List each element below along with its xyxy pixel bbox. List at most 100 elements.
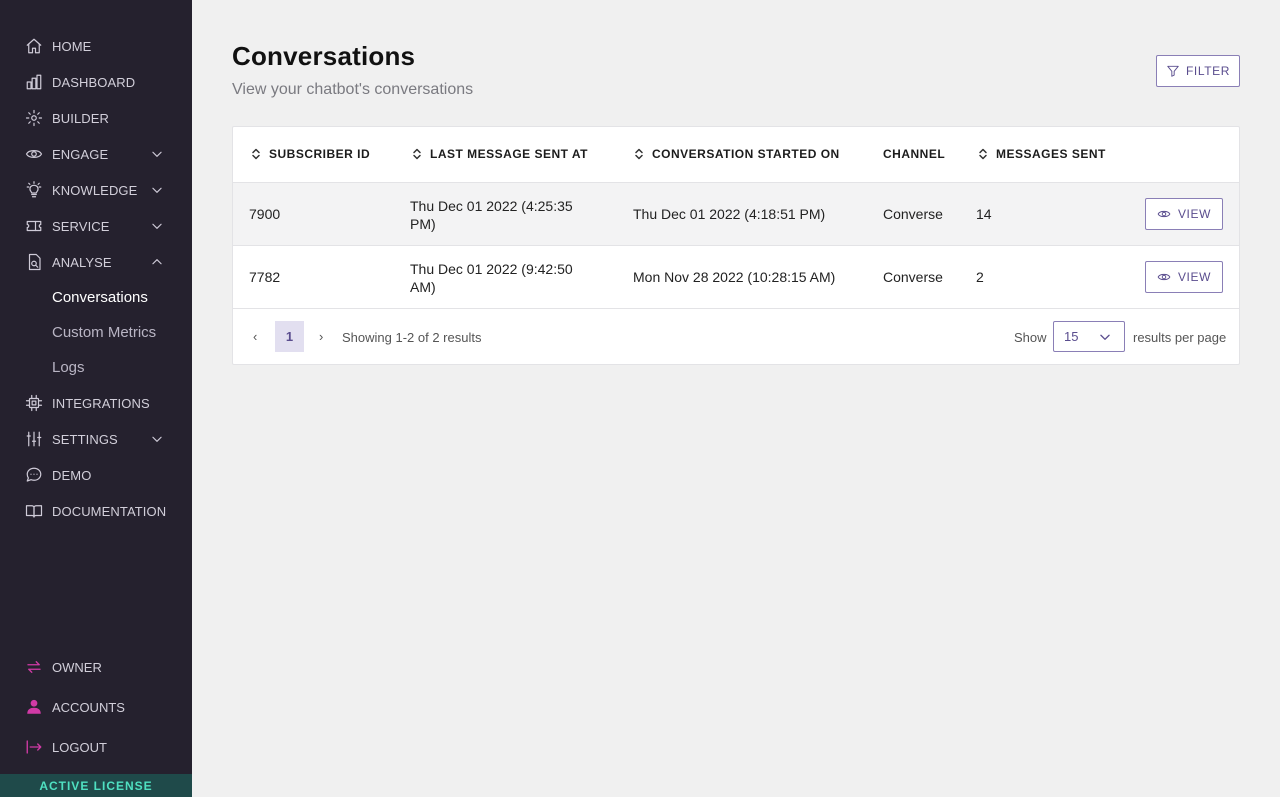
cell-last-message: Thu Dec 01 2022 (9:42:50 AM) [410, 261, 573, 295]
header-last-message-label: LAST MESSAGE SENT AT [430, 147, 589, 161]
header-channel-label: CHANNEL [883, 147, 946, 161]
cell-channel: Converse [883, 269, 943, 285]
nav-home[interactable]: HOME [0, 28, 192, 64]
home-icon [24, 36, 44, 56]
header-channel: CHANNEL [883, 147, 945, 161]
eye-icon [1157, 273, 1171, 281]
per-page-select[interactable]: 15 [1053, 321, 1125, 352]
sort-icon [252, 148, 260, 160]
eye-icon [1157, 210, 1171, 218]
nav-documentation[interactable]: DOCUMENTATION [0, 493, 192, 529]
analyse-submenu: Conversations Custom Metrics Logs [0, 280, 192, 385]
user-icon [24, 697, 44, 717]
logout-icon [24, 737, 44, 757]
table-row: 7782 Thu Dec 01 2022 (9:42:50 AM) Mon No… [233, 246, 1239, 309]
cell-subscriber-id: 7782 [249, 269, 281, 285]
view-button[interactable]: VIEW [1145, 198, 1223, 230]
sort-icon [635, 148, 643, 160]
sidebar: HOME DASHBOARD BUILDER ENGAGE KNOWLEDGE … [0, 0, 192, 797]
next-page-button[interactable]: › [319, 329, 323, 344]
nav-logout[interactable]: LOGOUT [0, 727, 192, 767]
view-button[interactable]: VIEW [1145, 261, 1223, 293]
book-icon [24, 501, 44, 521]
nav-home-label: HOME [52, 38, 92, 54]
nav-owner-label: OWNER [52, 659, 102, 675]
chevron-down-icon[interactable] [150, 219, 164, 233]
page-title: Conversations [232, 41, 416, 71]
nav-engage-label: ENGAGE [52, 146, 109, 162]
lightbulb-icon [24, 180, 44, 200]
per-page-label: results per page [1133, 330, 1227, 345]
sort-icon [979, 148, 987, 160]
cell-channel: Converse [883, 206, 943, 222]
header-messages-sent[interactable]: MESSAGES SENT [978, 147, 1106, 161]
nav-builder[interactable]: BUILDER [0, 100, 192, 136]
nav-knowledge[interactable]: KNOWLEDGE [0, 172, 192, 208]
bar-chart-icon [24, 72, 44, 92]
sliders-icon [24, 429, 44, 449]
swap-arrows-icon [24, 657, 44, 677]
page-number-button[interactable]: 1 [275, 321, 304, 352]
nav-service[interactable]: SERVICE [0, 208, 192, 244]
chat-bubble-icon [24, 465, 44, 485]
analyse-icon [24, 252, 44, 272]
view-label: VIEW [1177, 270, 1212, 284]
pagination: ‹ 1 › Showing 1-2 of 2 results Show 15 r… [233, 309, 1239, 365]
show-label: Show [1014, 330, 1047, 345]
nav-demo-label: DEMO [52, 467, 92, 483]
filter-label: FILTER [1185, 64, 1231, 78]
page-subtitle: View your chatbot's conversations [232, 81, 474, 98]
chevron-up-icon[interactable] [150, 255, 164, 269]
sub-item-logs[interactable]: Logs [52, 350, 192, 385]
nav-integrations-label: INTEGRATIONS [52, 395, 150, 411]
prev-page-button[interactable]: ‹ [253, 329, 257, 344]
nav-settings[interactable]: SETTINGS [0, 421, 192, 457]
eye-icon [24, 144, 44, 164]
chip-icon [24, 393, 44, 413]
nav-service-label: SERVICE [52, 218, 110, 234]
license-badge: ACTIVE LICENSE [0, 774, 192, 797]
sort-icon [413, 148, 421, 160]
chevron-down-icon[interactable] [150, 183, 164, 197]
nav-knowledge-label: KNOWLEDGE [52, 182, 138, 198]
cell-last-message: Thu Dec 01 2022 (4:25:35 PM) [410, 198, 573, 232]
main-content: Conversations View your chatbot's conver… [192, 0, 1280, 797]
results-info: Showing 1-2 of 2 results [342, 330, 482, 345]
chevron-down-icon[interactable] [150, 432, 164, 446]
chevron-down-icon [1100, 334, 1110, 340]
ticket-icon [24, 216, 44, 236]
header-messages-sent-label: MESSAGES SENT [996, 147, 1106, 161]
nav-dashboard[interactable]: DASHBOARD [0, 64, 192, 100]
header-started-on[interactable]: CONVERSATION STARTED ON [634, 147, 840, 161]
cell-subscriber-id: 7900 [249, 206, 281, 222]
nav-logout-label: LOGOUT [52, 739, 107, 755]
cell-started-on: Mon Nov 28 2022 (10:28:15 AM) [633, 269, 836, 285]
sub-item-custom-metrics[interactable]: Custom Metrics [52, 315, 192, 350]
bottom-nav: OWNER ACCOUNTS LOGOUT [0, 647, 192, 767]
nav-engage[interactable]: ENGAGE [0, 136, 192, 172]
table-header: SUBSCRIBER ID LAST MESSAGE SENT AT CONVE… [233, 127, 1239, 183]
chevron-down-icon[interactable] [150, 147, 164, 161]
nav-integrations[interactable]: INTEGRATIONS [0, 385, 192, 421]
sub-item-conversations[interactable]: Conversations [52, 280, 192, 315]
header-last-message[interactable]: LAST MESSAGE SENT AT [412, 147, 588, 161]
filter-button[interactable]: FILTER [1156, 55, 1240, 87]
nav-builder-label: BUILDER [52, 110, 110, 126]
header-started-on-label: CONVERSATION STARTED ON [652, 147, 840, 161]
conversations-table: SUBSCRIBER ID LAST MESSAGE SENT AT CONVE… [232, 126, 1240, 365]
table-row: 7900 Thu Dec 01 2022 (4:25:35 PM) Thu De… [233, 183, 1239, 246]
nav-accounts[interactable]: ACCOUNTS [0, 687, 192, 727]
nav-analyse-label: ANALYSE [52, 254, 112, 270]
nav-owner[interactable]: OWNER [0, 647, 192, 687]
nav-documentation-label: DOCUMENTATION [52, 503, 167, 519]
nav-analyse[interactable]: ANALYSE [0, 244, 192, 280]
header-subscriber-id[interactable]: SUBSCRIBER ID [251, 147, 370, 161]
cell-started-on: Thu Dec 01 2022 (4:18:51 PM) [633, 206, 826, 222]
nav-accounts-label: ACCOUNTS [52, 699, 125, 715]
filter-icon [1167, 65, 1179, 77]
nav-demo[interactable]: DEMO [0, 457, 192, 493]
header-subscriber-id-label: SUBSCRIBER ID [269, 147, 371, 161]
nav-dashboard-label: DASHBOARD [52, 74, 136, 90]
view-label: VIEW [1177, 207, 1212, 221]
builder-icon [24, 108, 44, 128]
